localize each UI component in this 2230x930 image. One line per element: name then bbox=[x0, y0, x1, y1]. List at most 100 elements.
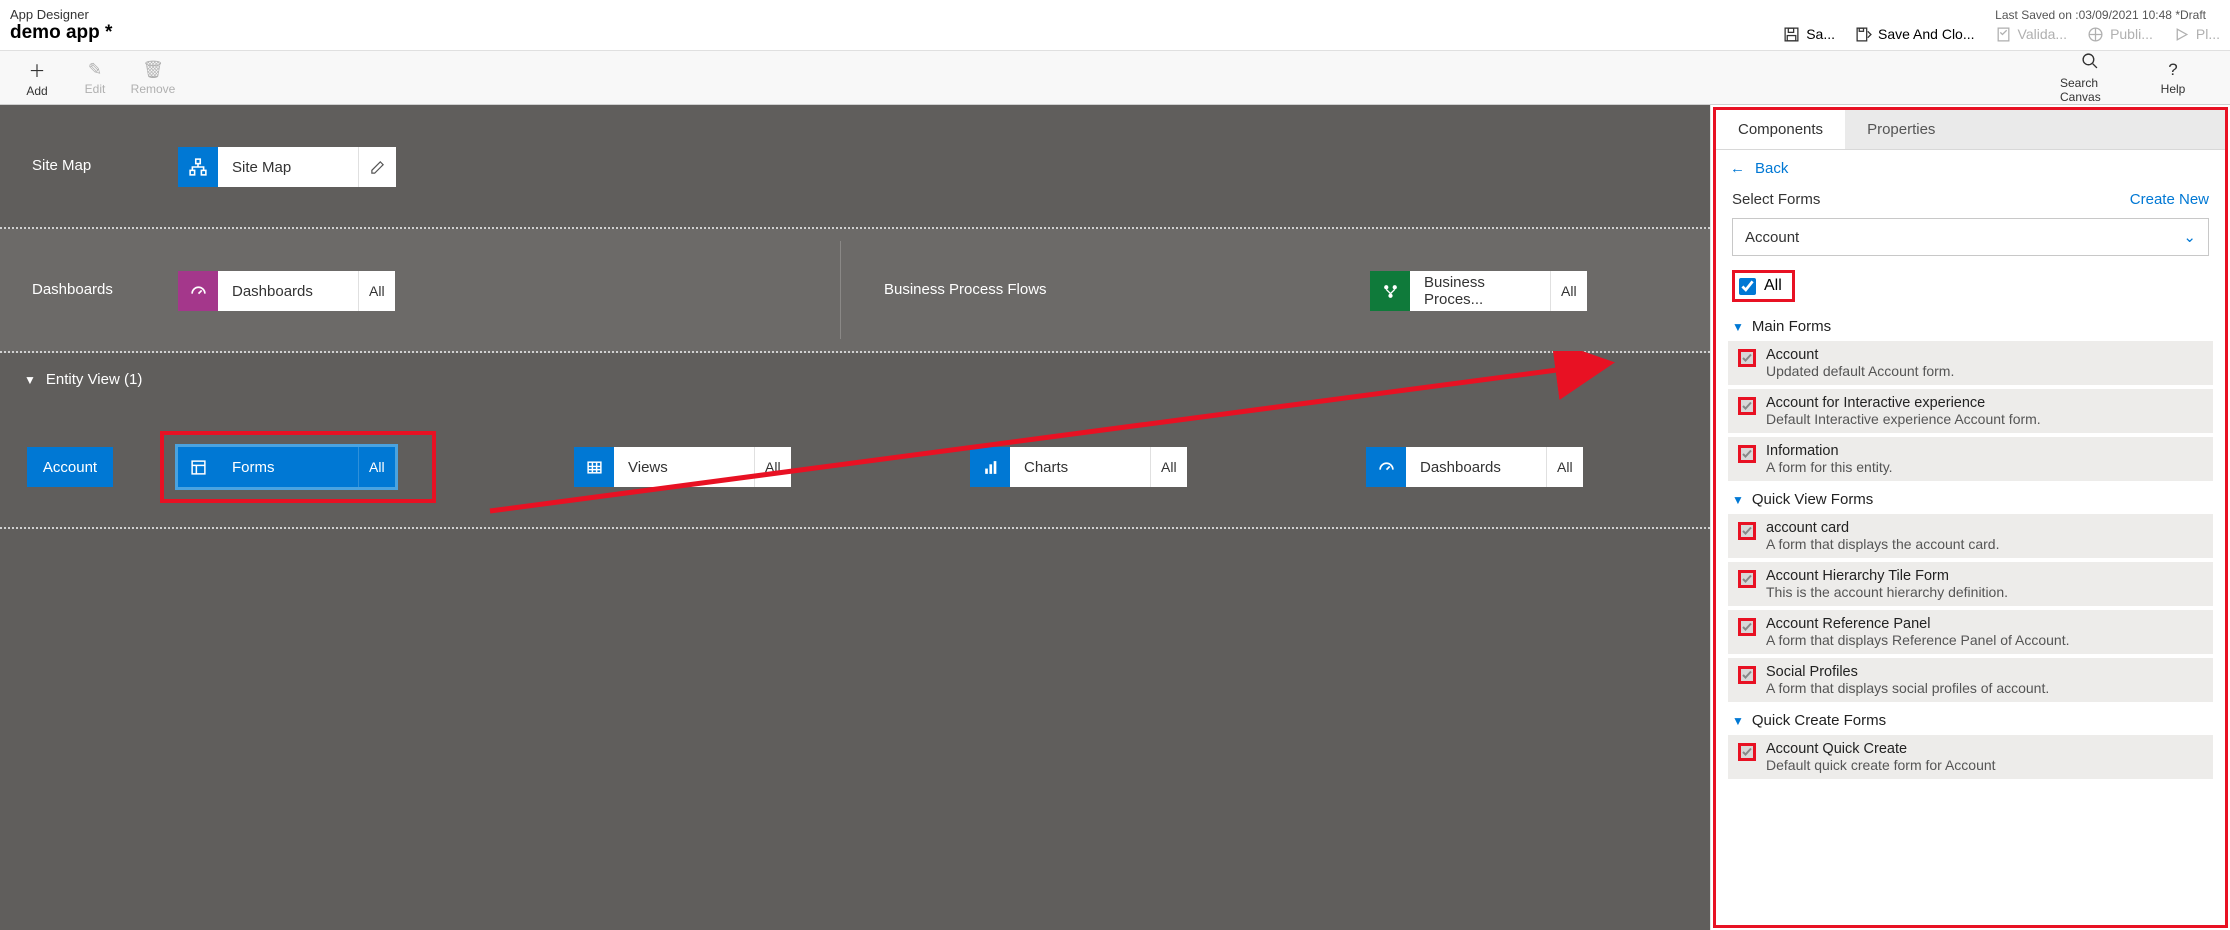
play-icon bbox=[2173, 26, 2190, 43]
form-list-item[interactable]: AccountUpdated default Account form. bbox=[1728, 341, 2213, 385]
form-group-header[interactable]: ▼Quick Create Forms bbox=[1716, 706, 2225, 735]
form-name: Account Reference Panel bbox=[1766, 616, 2070, 632]
form-list-item[interactable]: Account Reference PanelA form that displ… bbox=[1728, 610, 2213, 654]
form-checkbox[interactable] bbox=[1738, 618, 1756, 636]
entity-dropdown[interactable]: Account ⌄ bbox=[1732, 218, 2209, 256]
form-name: Account Hierarchy Tile Form bbox=[1766, 568, 2008, 584]
forms-pill[interactable]: All bbox=[358, 447, 395, 487]
form-list-item[interactable]: Account for Interactive experienceDefaul… bbox=[1728, 389, 2213, 433]
entity-dashboards-pill[interactable]: All bbox=[1546, 447, 1583, 487]
form-list-item[interactable]: Social ProfilesA form that displays soci… bbox=[1728, 658, 2213, 702]
app-title: demo app * bbox=[10, 22, 112, 44]
charts-tile[interactable]: Charts bbox=[1010, 447, 1150, 487]
form-checkbox[interactable] bbox=[1738, 666, 1756, 684]
edit-button[interactable]: ✎ Edit bbox=[66, 53, 124, 103]
search-icon bbox=[2081, 52, 2098, 74]
form-desc: Updated default Account form. bbox=[1766, 363, 1954, 379]
form-list-item[interactable]: InformationA form for this entity. bbox=[1728, 437, 2213, 481]
help-button[interactable]: ? Help bbox=[2144, 53, 2202, 103]
bpf-row-label: Business Process Flows bbox=[884, 281, 1047, 298]
form-desc: A form that displays social profiles of … bbox=[1766, 680, 2049, 696]
form-list-item[interactable]: Account Quick CreateDefault quick create… bbox=[1728, 735, 2213, 779]
sitemap-tile[interactable]: Site Map bbox=[218, 147, 358, 187]
all-checkbox-input[interactable] bbox=[1739, 278, 1756, 295]
form-desc: Default quick create form for Account bbox=[1766, 757, 1996, 773]
form-desc: A form that displays Reference Panel of … bbox=[1766, 632, 2070, 648]
forms-tile[interactable]: Forms bbox=[218, 447, 358, 487]
form-checkbox[interactable] bbox=[1738, 570, 1756, 588]
toolbar: ＋ Add ✎ Edit 🗑 Remove Search Canvas ? He… bbox=[0, 50, 2230, 105]
form-name: Account bbox=[1766, 347, 1954, 363]
last-saved-status: Last Saved on :03/09/2021 10:48 *Draft bbox=[1995, 8, 2206, 22]
top-header: App Designer demo app * Last Saved on :0… bbox=[0, 0, 2230, 50]
canvas: Site Map Site Map Dashboards Dashboards … bbox=[0, 105, 1710, 930]
dashboard-icon bbox=[178, 271, 218, 311]
validate-button[interactable]: Valida... bbox=[1995, 26, 2068, 43]
charts-icon bbox=[970, 447, 1010, 487]
dashboards-tile[interactable]: Dashboards bbox=[218, 271, 358, 311]
entity-view-header[interactable]: ▼ Entity View (1) bbox=[24, 371, 142, 388]
entity-dashboard-icon bbox=[1366, 447, 1406, 487]
dashboards-pill[interactable]: All bbox=[358, 271, 395, 311]
form-group-header[interactable]: ▼Main Forms bbox=[1716, 312, 2225, 341]
save-close-icon bbox=[1855, 26, 1872, 43]
caret-down-icon: ▼ bbox=[24, 373, 36, 387]
search-canvas-button[interactable]: Search Canvas bbox=[2060, 53, 2118, 103]
views-pill[interactable]: All bbox=[754, 447, 791, 487]
chevron-down-icon: ⌄ bbox=[2183, 228, 2196, 246]
plus-icon: ＋ bbox=[29, 57, 46, 82]
trash-icon: 🗑 bbox=[142, 60, 164, 80]
form-desc: This is the account hierarchy definition… bbox=[1766, 584, 2008, 600]
charts-pill[interactable]: All bbox=[1150, 447, 1187, 487]
form-desc: A form that displays the account card. bbox=[1766, 536, 1999, 552]
create-new-link[interactable]: Create New bbox=[2130, 191, 2209, 208]
form-name: Information bbox=[1766, 443, 1893, 459]
form-list-item[interactable]: Account Hierarchy Tile FormThis is the a… bbox=[1728, 562, 2213, 606]
save-button[interactable]: Sa... bbox=[1783, 26, 1835, 43]
select-forms-label: Select Forms bbox=[1732, 191, 1820, 208]
validate-icon bbox=[1995, 26, 2012, 43]
entity-dashboards-tile[interactable]: Dashboards bbox=[1406, 447, 1546, 487]
back-button[interactable]: ← Back bbox=[1716, 150, 2225, 187]
play-button[interactable]: Pl... bbox=[2173, 26, 2220, 43]
form-desc: Default Interactive experience Account f… bbox=[1766, 411, 2041, 427]
form-group-header[interactable]: ▼Quick View Forms bbox=[1716, 485, 2225, 514]
arrow-left-icon: ← bbox=[1730, 160, 1745, 177]
help-icon: ? bbox=[2168, 60, 2177, 80]
sitemap-row-label: Site Map bbox=[32, 157, 91, 174]
form-name: Account Quick Create bbox=[1766, 741, 1996, 757]
sitemap-icon bbox=[178, 147, 218, 187]
form-name: Social Profiles bbox=[1766, 664, 2049, 680]
form-name: account card bbox=[1766, 520, 1999, 536]
remove-button[interactable]: 🗑 Remove bbox=[124, 53, 182, 103]
pencil-icon: ✎ bbox=[88, 60, 102, 80]
bpf-tile[interactable]: Business Proces... bbox=[1410, 271, 1550, 311]
components-panel: Components Properties ← Back Select Form… bbox=[1710, 105, 2230, 930]
form-checkbox[interactable] bbox=[1738, 397, 1756, 415]
bpf-pill[interactable]: All bbox=[1550, 271, 1587, 311]
caret-down-icon: ▼ bbox=[1732, 320, 1744, 334]
form-checkbox[interactable] bbox=[1738, 349, 1756, 367]
dashboards-row-label: Dashboards bbox=[32, 281, 113, 298]
save-close-button[interactable]: Save And Clo... bbox=[1855, 26, 1975, 43]
add-button[interactable]: ＋ Add bbox=[8, 53, 66, 103]
form-desc: A form for this entity. bbox=[1766, 459, 1893, 475]
form-checkbox[interactable] bbox=[1738, 522, 1756, 540]
caret-down-icon: ▼ bbox=[1732, 714, 1744, 728]
views-icon bbox=[574, 447, 614, 487]
views-tile[interactable]: Views bbox=[614, 447, 754, 487]
publish-button[interactable]: Publi... bbox=[2087, 26, 2153, 43]
bpf-icon bbox=[1370, 271, 1410, 311]
tab-components[interactable]: Components bbox=[1716, 110, 1845, 149]
account-entity-chip[interactable]: Account bbox=[27, 447, 113, 487]
tab-properties[interactable]: Properties bbox=[1845, 110, 2225, 149]
form-name: Account for Interactive experience bbox=[1766, 395, 2041, 411]
form-checkbox[interactable] bbox=[1738, 445, 1756, 463]
forms-icon bbox=[178, 447, 218, 487]
all-checkbox[interactable]: All bbox=[1732, 270, 1795, 302]
caret-down-icon: ▼ bbox=[1732, 493, 1744, 507]
sitemap-edit-button[interactable] bbox=[358, 147, 396, 187]
breadcrumb: App Designer bbox=[10, 7, 112, 22]
form-checkbox[interactable] bbox=[1738, 743, 1756, 761]
form-list-item[interactable]: account cardA form that displays the acc… bbox=[1728, 514, 2213, 558]
